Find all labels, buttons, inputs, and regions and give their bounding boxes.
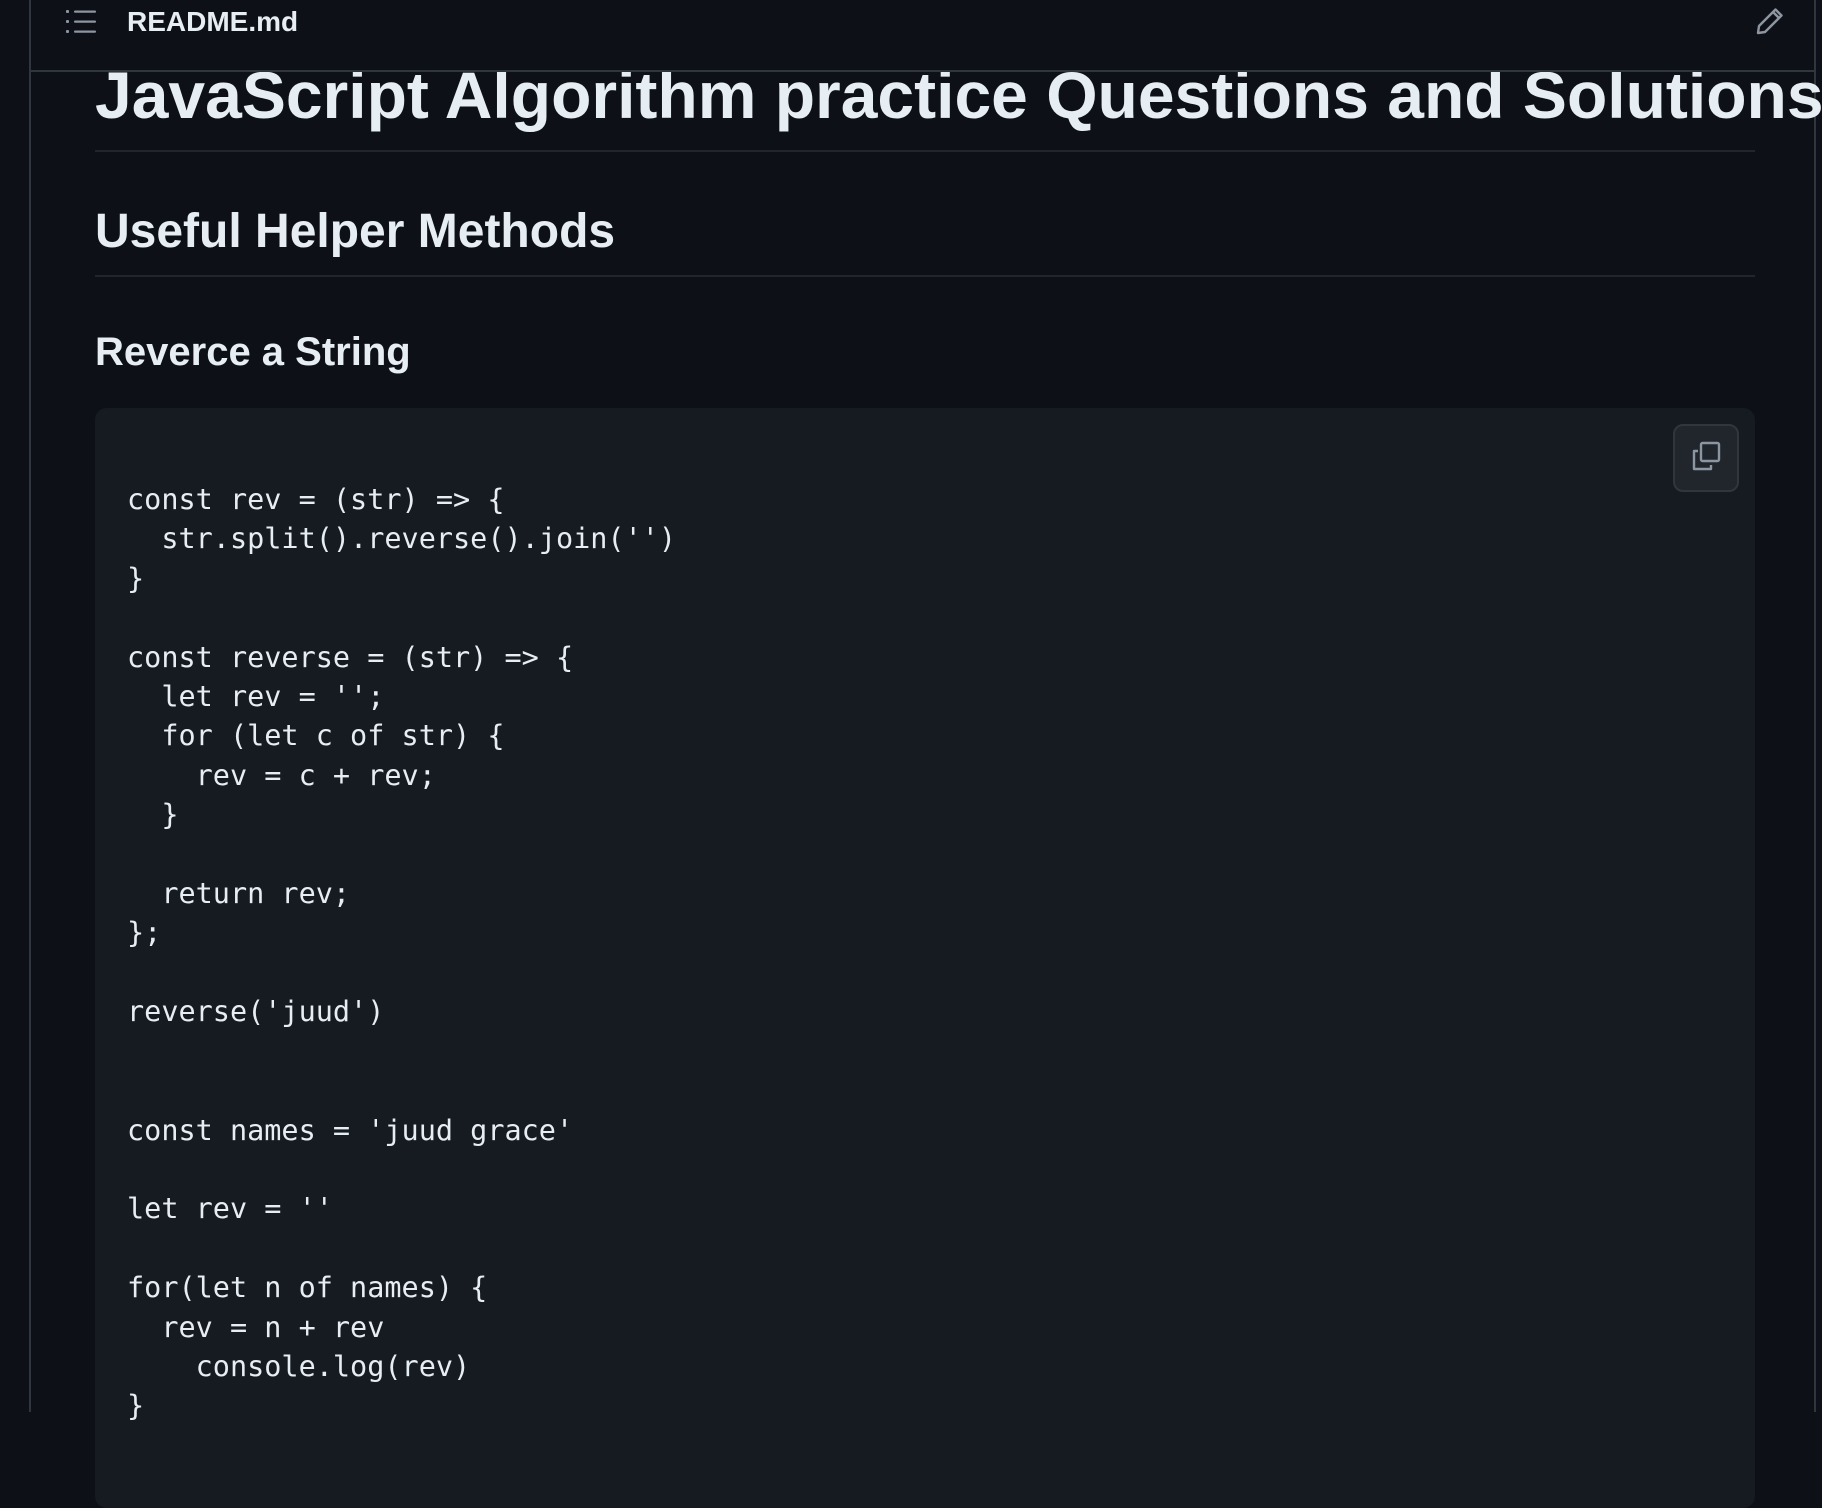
edit-file-button[interactable] xyxy=(1748,2,1792,44)
subsection-heading: Reverce a String xyxy=(95,330,411,374)
readme-file-header: README.md xyxy=(31,0,1814,72)
title-divider xyxy=(95,150,1755,152)
copy-button[interactable] xyxy=(1673,424,1739,492)
readme-panel: README.md JavaScript Algorithm practice … xyxy=(29,0,1822,1508)
section-heading: Useful Helper Methods xyxy=(95,205,616,258)
pencil-icon xyxy=(1755,6,1785,41)
outline-button[interactable] xyxy=(61,4,101,44)
copy-icon xyxy=(1690,440,1722,477)
file-name: README.md xyxy=(127,6,299,37)
list-unordered-icon xyxy=(65,8,97,41)
code-block: const rev = (str) => { str.split().rever… xyxy=(95,408,1755,1508)
code-content[interactable]: const rev = (str) => { str.split().rever… xyxy=(127,480,676,1426)
section-divider xyxy=(95,275,1755,277)
